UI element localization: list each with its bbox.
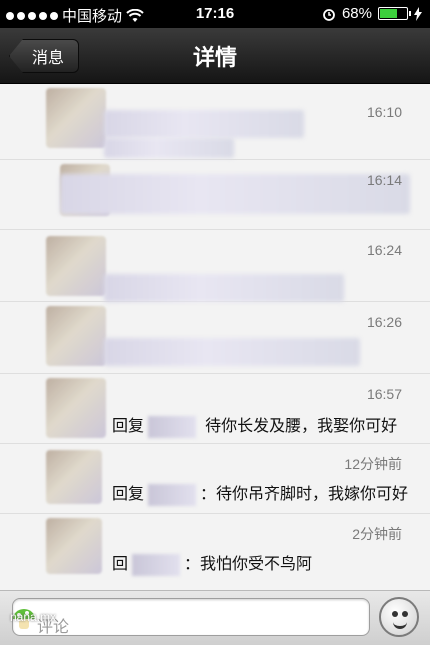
emoji-eye xyxy=(402,611,408,617)
comment-bar: 评论 xyxy=(0,590,430,645)
timestamp: 12分钟前 xyxy=(344,456,402,472)
alarm-icon xyxy=(323,8,335,21)
reply-prefix: 回 xyxy=(112,554,129,573)
avatar[interactable] xyxy=(46,518,102,574)
blurred-username xyxy=(132,553,181,576)
avatar[interactable] xyxy=(46,236,106,296)
page-title: 详情 xyxy=(192,46,237,71)
list-item[interactable]: 16:57 回复 待你长发及腰，我娶你可好 xyxy=(0,374,430,444)
comment-body: ：待你吊齐脚时，我嫁你可好 xyxy=(200,484,409,503)
smiley-face-icon[interactable] xyxy=(379,597,419,637)
timestamp: 16:24 xyxy=(366,242,402,258)
charging-icon xyxy=(414,6,422,21)
list-item[interactable]: 16:14 xyxy=(0,160,430,230)
avatar[interactable] xyxy=(46,378,106,438)
list-item[interactable]: 2分钟前 回 ：我怕你受不鸟阿 xyxy=(0,514,430,590)
comment-input[interactable]: 评论 xyxy=(12,598,370,636)
blurred-content xyxy=(104,274,344,302)
comment-list[interactable]: 16:10 16:14 16:24 16:26 16:57 回复 待你长发及腰，… xyxy=(0,84,430,590)
reply-prefix: 回复 xyxy=(112,484,145,503)
navigation-bar: 消息 详情 xyxy=(0,28,430,84)
battery-icon xyxy=(378,7,411,20)
emoji-eye xyxy=(392,611,398,617)
emoji-mouth xyxy=(393,621,407,629)
timestamp: 2分钟前 xyxy=(352,526,402,542)
timestamp: 16:14 xyxy=(366,172,402,188)
blurred-username xyxy=(148,483,197,506)
blurred-username xyxy=(148,415,197,438)
status-bar: 中国移动 17:16 68% xyxy=(0,0,430,28)
avatar[interactable] xyxy=(46,450,102,504)
avatar[interactable] xyxy=(46,306,106,366)
blurred-content xyxy=(104,138,234,158)
list-item[interactable]: 12分钟前 回复 ：待你吊齐脚时，我嫁你可好 xyxy=(0,444,430,514)
comment-body: 待你长发及腰，我娶你可好 xyxy=(205,416,398,435)
battery-percent: 68% xyxy=(341,5,372,22)
comment-text: 回复 ：待你吊齐脚时，我嫁你可好 xyxy=(112,480,408,506)
avatar[interactable] xyxy=(46,88,106,148)
blurred-content xyxy=(104,338,360,366)
blurred-content xyxy=(104,110,304,138)
comment-text: 回 ：我怕你受不鸟阿 xyxy=(112,550,312,576)
reply-prefix: 回复 xyxy=(112,416,145,435)
comment-text: 回复 待你长发及腰，我娶你可好 xyxy=(112,412,397,438)
watermark: nana.mx xyxy=(10,610,57,624)
comment-body: ：我怕你受不鸟阿 xyxy=(184,554,313,573)
timestamp: 16:26 xyxy=(366,314,402,330)
timestamp: 16:10 xyxy=(366,104,402,120)
list-item[interactable]: 16:10 xyxy=(0,84,430,160)
blurred-content xyxy=(60,174,410,214)
list-item[interactable]: 16:24 xyxy=(0,230,430,302)
list-item[interactable]: 16:26 xyxy=(0,302,430,374)
timestamp: 16:57 xyxy=(366,386,402,402)
